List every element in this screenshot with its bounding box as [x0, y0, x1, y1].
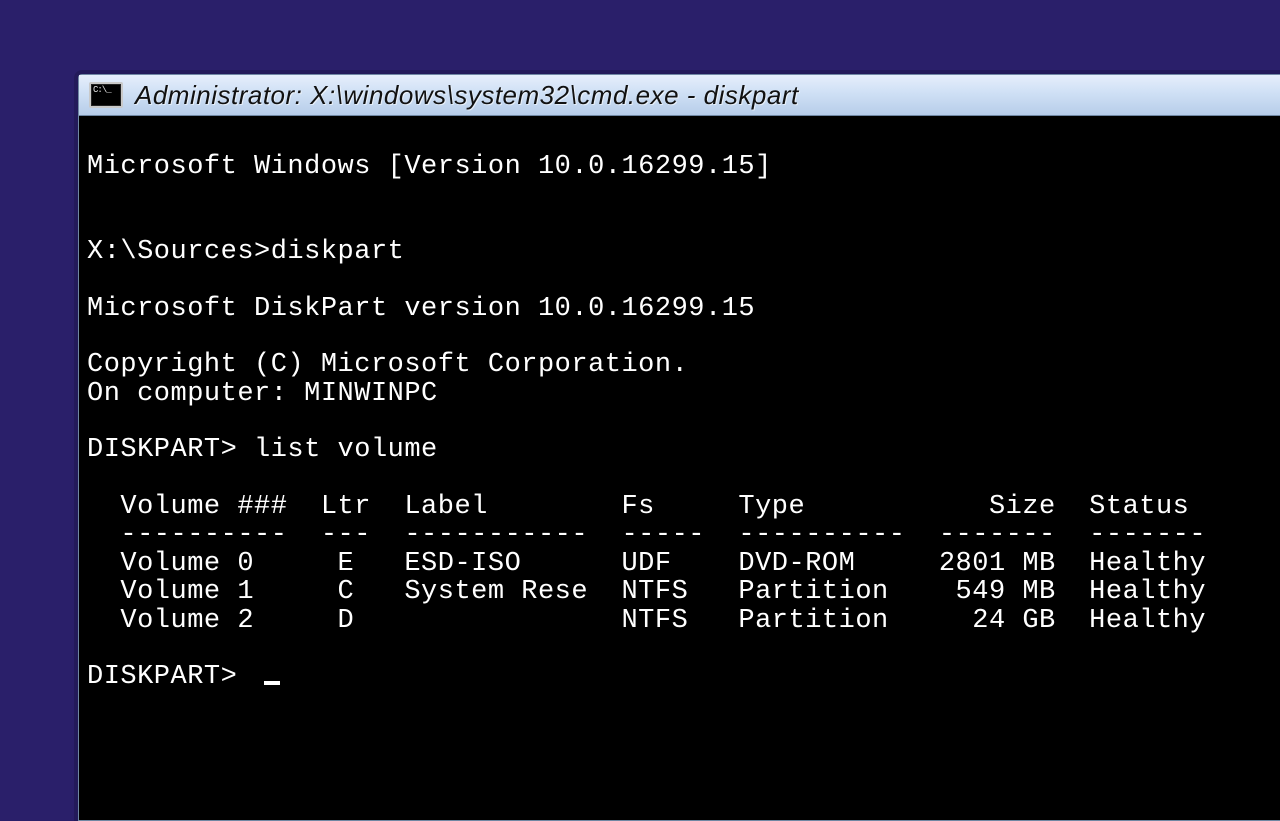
cmd-icon — [89, 82, 123, 108]
terminal-output[interactable]: Microsoft Windows [Version 10.0.16299.15… — [79, 143, 1280, 793]
input-cursor — [264, 681, 280, 685]
window-titlebar[interactable]: Administrator: X:\windows\system32\cmd.e… — [79, 75, 1280, 116]
cmd-window: Administrator: X:\windows\system32\cmd.e… — [78, 74, 1280, 821]
window-title: Administrator: X:\windows\system32\cmd.e… — [135, 82, 799, 108]
